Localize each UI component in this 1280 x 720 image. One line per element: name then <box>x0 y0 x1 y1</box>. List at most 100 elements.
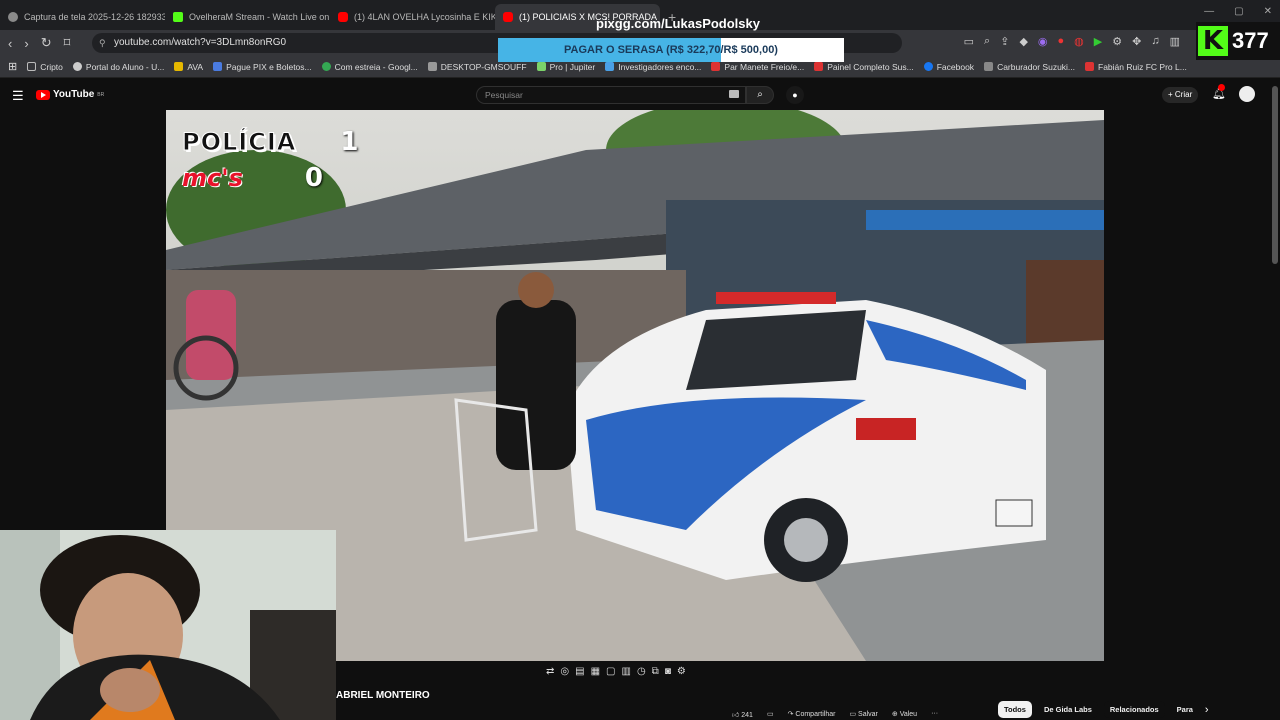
thumbs-up-icon: 👍︎ <box>732 712 742 719</box>
settings-gear-icon[interactable]: ⚙ <box>677 666 686 677</box>
search-input[interactable]: Pesquisar <box>476 86 746 104</box>
youtube-logo[interactable]: YouTube BR <box>36 89 104 100</box>
apps-grid-icon[interactable]: ⊞ <box>8 60 17 73</box>
extension-icon[interactable]: ◉ <box>1038 35 1048 48</box>
chip-for-you[interactable]: Para <box>1170 701 1199 718</box>
save-button[interactable]: ▭ Salvar <box>849 710 877 719</box>
bookmark-item[interactable]: Investigadores enco... <box>605 62 701 72</box>
share-button[interactable]: ↷ Compartilhar <box>788 710 836 719</box>
bookmark-label: DESKTOP-GMSOUFF <box>440 61 527 72</box>
playlist-icon[interactable]: ▥ <box>621 666 630 677</box>
create-button[interactable]: + Criar <box>1162 87 1199 103</box>
bookmark-item[interactable]: Par Manete Freio/e... <box>711 62 804 72</box>
bookmark-item[interactable]: AVA <box>174 62 203 72</box>
loop-icon[interactable]: ⇄ <box>546 666 554 677</box>
chip-all[interactable]: Todos <box>998 701 1032 718</box>
like-button[interactable]: 👍︎ 241 <box>732 710 753 719</box>
bookmark-label: Investigadores enco... <box>618 61 702 72</box>
extension-icon[interactable]: ◆ <box>1019 35 1027 48</box>
back-icon[interactable]: ‹ <box>8 36 12 51</box>
save-label: Salvar <box>858 711 878 718</box>
bookmark-favicon-icon <box>814 62 824 71</box>
minimize-icon[interactable]: — <box>1204 6 1214 17</box>
bookmark-favicon-icon <box>427 62 437 71</box>
extension-icon[interactable]: ◍ <box>1074 35 1084 48</box>
bookmark-item[interactable]: Facebook <box>923 61 975 72</box>
extension-icon[interactable]: ⚙ <box>1112 35 1122 48</box>
site-info-icon[interactable]: ⚲ <box>99 33 106 53</box>
youtube-play-icon <box>36 89 50 100</box>
player-extension-controls: ⇄ ◎ ▤ ▦ ▢ ▥ ◷ ⧉ ◙ ⚙ <box>546 666 686 677</box>
bookmark-item[interactable]: Portal do Aluno - U... <box>72 61 165 72</box>
donation-goal-bar: PAGAR O SERASA (R$ 322,70/R$ 500,00) <box>498 38 844 62</box>
share-icon[interactable]: ⇪ <box>1000 35 1009 48</box>
tab-title: Captura de tela 2025-12-26 182933 <box>24 12 165 22</box>
channel-name[interactable]: ABRIEL MONTEIRO <box>336 690 430 701</box>
team2-name: mc's <box>182 164 243 192</box>
speed-icon[interactable]: ◷ <box>637 666 646 677</box>
search-button[interactable]: ⌕ <box>746 86 774 104</box>
bookmark-item[interactable]: Com estreia - Googl... <box>321 62 418 72</box>
bookmark-item[interactable]: Cripto <box>27 62 63 72</box>
bookmark-favicon-icon <box>174 62 184 71</box>
media-icon[interactable]: ♫ <box>1151 35 1159 48</box>
cast-icon[interactable]: ▭ <box>964 35 974 48</box>
avatar[interactable] <box>1239 86 1255 102</box>
bookmark-label: Carburador Suzuki... <box>997 61 1076 72</box>
video-actions: 👍︎ 241 ▭ ↷ Compartilhar ▭ Salvar ⊕ Valeu… <box>732 710 938 719</box>
bookmark-favicon-icon <box>711 62 721 71</box>
search-placeholder: Pesquisar <box>485 90 523 100</box>
puzzle-icon[interactable]: ✥ <box>1132 35 1141 48</box>
grid-icon[interactable]: ▦ <box>591 666 600 677</box>
extension-icon[interactable]: ▶ <box>1094 35 1102 48</box>
bookmark-item[interactable]: Pague PIX e Boletos... <box>213 62 312 72</box>
bookmark-item[interactable]: DESKTOP-GMSOUFF <box>427 61 527 72</box>
hamburger-menu-icon[interactable]: ☰ <box>12 88 24 104</box>
bookmark-item[interactable]: Carburador Suzuki... <box>984 62 1075 72</box>
bookmark-label: Portal do Aluno - U... <box>85 61 165 72</box>
frame-icon[interactable]: ▢ <box>606 666 615 677</box>
tab-title: (1) 4LAN OVELHA Lycosinha E KIKIR <box>354 12 495 22</box>
bookmark-label: Painel Completo Sus... <box>827 61 914 72</box>
zoom-icon[interactable]: ⌕ <box>984 35 990 48</box>
thanks-button[interactable]: ⊕ Valeu <box>892 710 917 719</box>
bookmark-label: Cripto <box>40 61 63 72</box>
audio-icon[interactable]: ◎ <box>560 666 569 677</box>
close-window-icon[interactable]: ✕ <box>1264 6 1272 17</box>
youtube-favicon-icon <box>503 12 513 22</box>
extension-icon[interactable]: ● <box>1058 35 1065 48</box>
pip-icon[interactable]: ⧉ <box>652 666 659 677</box>
keyboard-icon[interactable] <box>729 90 739 98</box>
notifications-button[interactable]: 🔔︎ <box>1212 84 1226 100</box>
browser-tab[interactable]: (1) 4LAN OVELHA Lycosinha E KIKIR <box>330 4 495 30</box>
sidepanel-icon[interactable]: ▥ <box>1170 35 1180 48</box>
score-line-team1: POLÍCIA 1 <box>181 124 358 160</box>
bookmark-label: Par Manete Freio/e... <box>724 61 805 72</box>
maximize-icon[interactable]: ▢ <box>1234 6 1243 17</box>
share-label: Compartilhar <box>795 711 836 718</box>
thanks-icon: ⊕ <box>891 711 900 718</box>
bookmark-item[interactable]: Painel Completo Sus... <box>814 61 914 72</box>
browser-tab[interactable]: Captura de tela 2025-12-26 182933 <box>0 4 165 30</box>
youtube-logo-text: YouTube <box>53 89 95 100</box>
voice-search-button[interactable]: ● <box>786 86 804 104</box>
page-scrollbar[interactable] <box>1272 86 1278 264</box>
region-code: BR <box>97 91 105 98</box>
forward-icon[interactable]: › <box>24 36 28 51</box>
url-text: youtube.com/watch?v=3DLmn8onRG0 <box>114 37 287 48</box>
chevron-right-icon[interactable]: › <box>1205 704 1209 716</box>
bookmark-item[interactable]: Fabián Ruiz FC Pro L... <box>1085 62 1187 72</box>
more-actions-icon[interactable]: ··· <box>931 710 938 719</box>
bookmark-favicon-icon <box>605 62 615 71</box>
reload-icon[interactable]: ↻ <box>41 35 52 51</box>
chip-channel[interactable]: De Gida Labs <box>1037 701 1098 718</box>
bookmark-page-icon[interactable]: ⌑ <box>64 35 71 51</box>
cinema-icon[interactable]: ▤ <box>575 666 584 677</box>
bookmark-item[interactable]: Pro | Jupiter <box>536 62 595 72</box>
score-line-team2: mc's 0 <box>182 160 358 196</box>
bookmark-label: Facebook <box>936 61 975 72</box>
chip-related[interactable]: Relacionados <box>1103 701 1165 718</box>
comment-icon[interactable]: ▭ <box>767 710 774 719</box>
screenshot-icon[interactable]: ◙ <box>665 666 671 677</box>
browser-tab[interactable]: OvelheraM Stream - Watch Live on K <box>165 4 330 30</box>
